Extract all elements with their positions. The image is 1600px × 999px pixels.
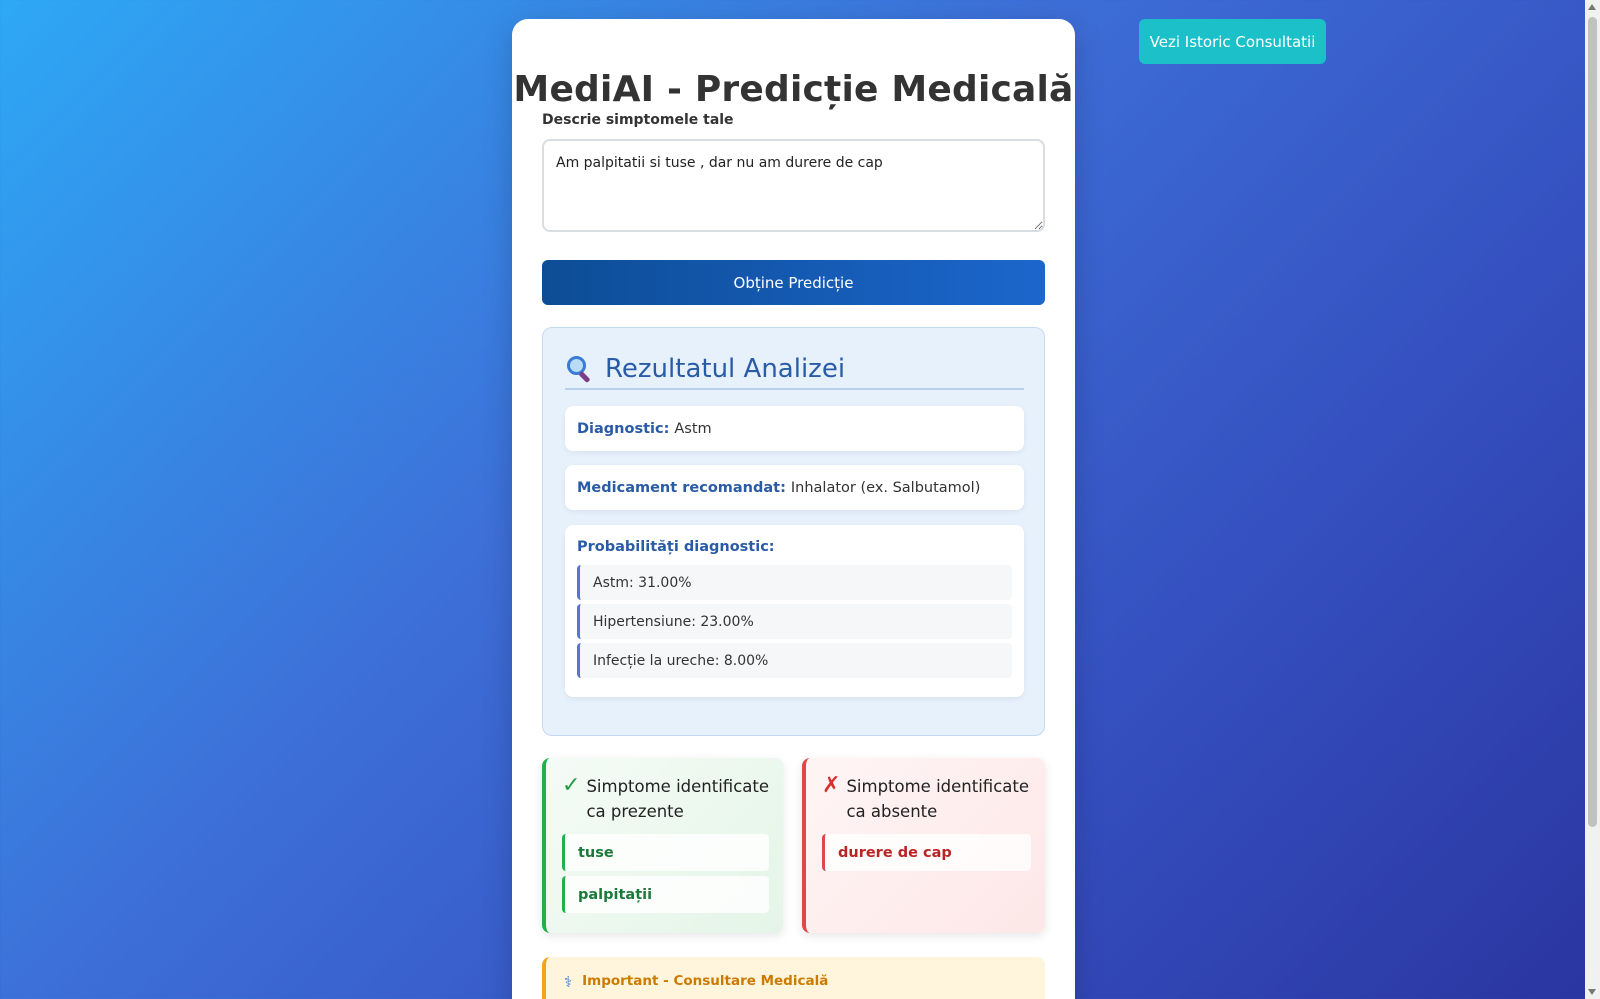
page-title: MediAI - Predicție Medicală (513, 69, 1074, 110)
caduceus-icon: ⚕ (564, 973, 573, 991)
probability-item: Infecție la ureche: 8.00% (577, 643, 1012, 678)
get-prediction-button[interactable]: Obține Predicție (542, 260, 1045, 305)
absent-symptoms-panel: ✗ Simptome identificate ca absente durer… (802, 758, 1045, 933)
cross-icon: ✗ (822, 773, 841, 798)
view-history-button[interactable]: Vezi Istoric Consultatii (1139, 19, 1326, 64)
medication-value: Inhalator (ex. Salbutamol) (790, 479, 981, 496)
medication-label: Medicament recomandat: (577, 479, 786, 496)
symptoms-label: Descrie simptomele tale (542, 112, 734, 128)
probabilities-card: Probabilități diagnostic: Astm: 31.00% H… (565, 525, 1024, 697)
result-panel: Rezultatul Analizei Diagnostic: Astm Med… (542, 327, 1045, 736)
magnifier-icon (565, 354, 595, 384)
diagnostic-label: Diagnostic: (577, 420, 670, 437)
present-symptoms-panel: ✓ Simptome identificate ca prezente tuse… (542, 758, 783, 933)
present-symptom-item: palpitații (562, 876, 769, 913)
page-scrollbar[interactable] (1585, 0, 1600, 999)
probability-item: Hipertensiune: 23.00% (577, 604, 1012, 639)
present-symptom-item: tuse (562, 834, 769, 871)
diagnostic-card: Diagnostic: Astm (565, 406, 1024, 451)
diagnostic-value: Astm (674, 420, 712, 437)
important-title: Important - Consultare Medicală (582, 973, 829, 989)
scrollbar-thumb[interactable] (1588, 17, 1597, 827)
check-icon: ✓ (562, 773, 581, 798)
probabilities-title: Probabilități diagnostic: (577, 539, 775, 555)
scroll-up-icon[interactable] (1588, 4, 1596, 10)
symptoms-input[interactable]: Am palpitatii si tuse , dar nu am durere… (542, 139, 1045, 232)
probability-item: Astm: 31.00% (577, 565, 1012, 600)
important-notice: ⚕ Important - Consultare Medicală (542, 957, 1045, 999)
absent-symptoms-title: Simptome identificate ca absente (846, 777, 1029, 821)
result-title: Rezultatul Analizei (605, 354, 846, 384)
result-header: Rezultatul Analizei (565, 350, 1024, 390)
scroll-down-icon[interactable] (1588, 989, 1596, 995)
main-card: MediAI - Predicție Medicală Descrie simp… (512, 19, 1075, 999)
medication-card: Medicament recomandat: Inhalator (ex. Sa… (565, 465, 1024, 510)
present-symptoms-title: Simptome identificate ca prezente (586, 777, 769, 821)
absent-symptom-item: durere de cap (822, 834, 1031, 871)
